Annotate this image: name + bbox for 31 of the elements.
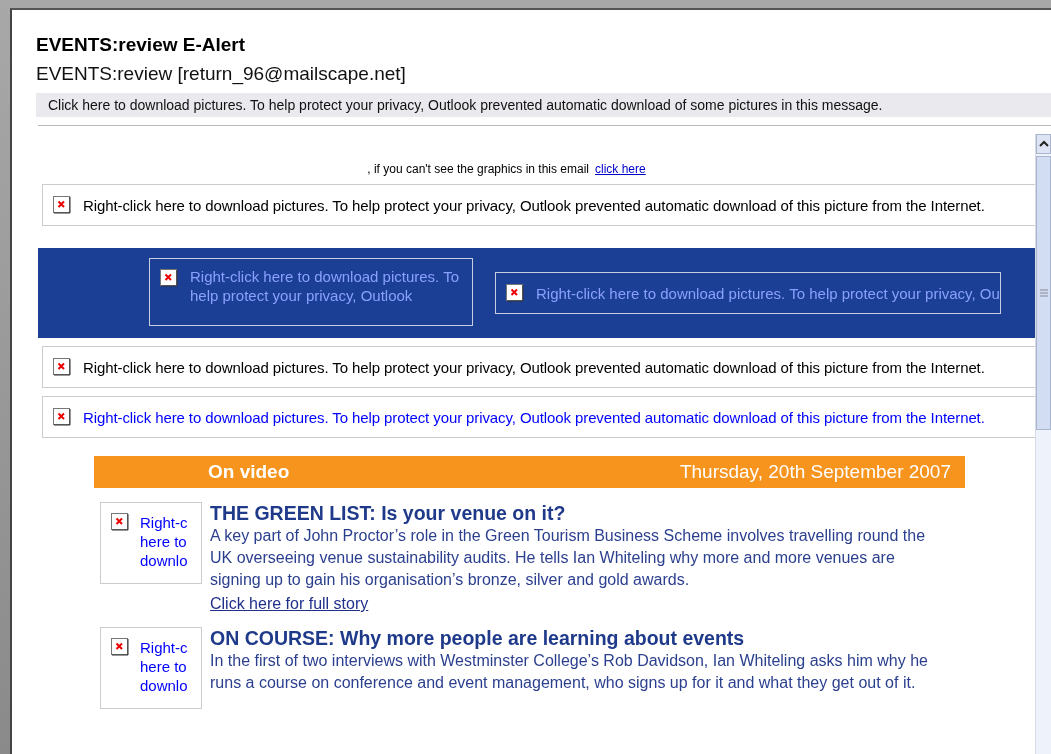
scrollbar[interactable] — [1035, 134, 1051, 754]
broken-image-icon — [53, 408, 71, 426]
image-placeholder[interactable]: Right-click here to download pictures. To help protect your privacy, Outlook — [149, 258, 473, 326]
broken-image-icon — [111, 513, 129, 531]
sender-address: EVENTS:review [return_96@mailscape.net] — [36, 63, 407, 85]
story-summary: In the first of two interviews with Westminster College’s Rob Davidson, Ian Whiteling asks him why he runs a course on conference and event management, who signs up for it and what they get out of it. — [210, 651, 929, 693]
broken-image-icon — [160, 269, 178, 287]
image-placeholder[interactable]: Right-click here to download pictures. To help protect your privacy, Outlook prevented automatic download of this picture from the Internet. — [42, 396, 1035, 438]
broken-image-icon — [53, 358, 71, 376]
caret-up-icon — [1037, 140, 1050, 148]
story-headline[interactable]: THE GREEN LIST: Is your venue on it? — [210, 502, 938, 525]
click-here-link[interactable]: click here — [595, 162, 646, 176]
image-placeholder[interactable]: Right-click here to download pictures. To help protect your privacy, Outlook prevented automatic download of this picture from the Internet. — [42, 346, 1035, 388]
scroll-thumb[interactable] — [1036, 156, 1051, 430]
story-headline[interactable]: ON COURSE: Why more people are learning about events — [210, 627, 938, 650]
graphics-note: , if you can't see the graphics in this email — [367, 162, 590, 176]
image-placeholder[interactable]: Right-c here to downlo — [100, 627, 202, 709]
image-placeholder[interactable]: Right-click here to download pictures. To help protect your privacy, Ou — [495, 272, 1001, 314]
image-placeholder[interactable]: Right-c here to downlo — [100, 502, 202, 584]
broken-image-icon — [506, 284, 524, 302]
broken-image-icon — [111, 638, 129, 656]
story-summary: A key part of John Proctor’s role in the Green Tourism Business Scheme involves travelling round the UK overseeing venue sustainability audits. He tells Ian Whiteling why more and more venues are signing up to gain his organisation’s bronze, silver and gold awards. — [210, 526, 927, 590]
section-date: Thursday, 20th September 2007 — [679, 461, 951, 483]
image-placeholder[interactable]: Right-click here to download pictures. To help protect your privacy, Outlook prevented automatic download of this picture from the Internet. — [42, 184, 1035, 226]
download-pictures-bar[interactable]: Click here to download pictures. To help protect your privacy, Outlook prevented automatic download of some pictures in this message. — [36, 93, 1051, 117]
full-story-link[interactable]: Click here for full story — [210, 595, 938, 613]
scroll-up-button[interactable] — [1036, 134, 1051, 154]
broken-image-icon — [53, 196, 71, 214]
email-subject: EVENTS:review E-Alert — [36, 34, 247, 56]
grip-icon — [1039, 289, 1048, 297]
section-title: On video — [208, 461, 290, 483]
